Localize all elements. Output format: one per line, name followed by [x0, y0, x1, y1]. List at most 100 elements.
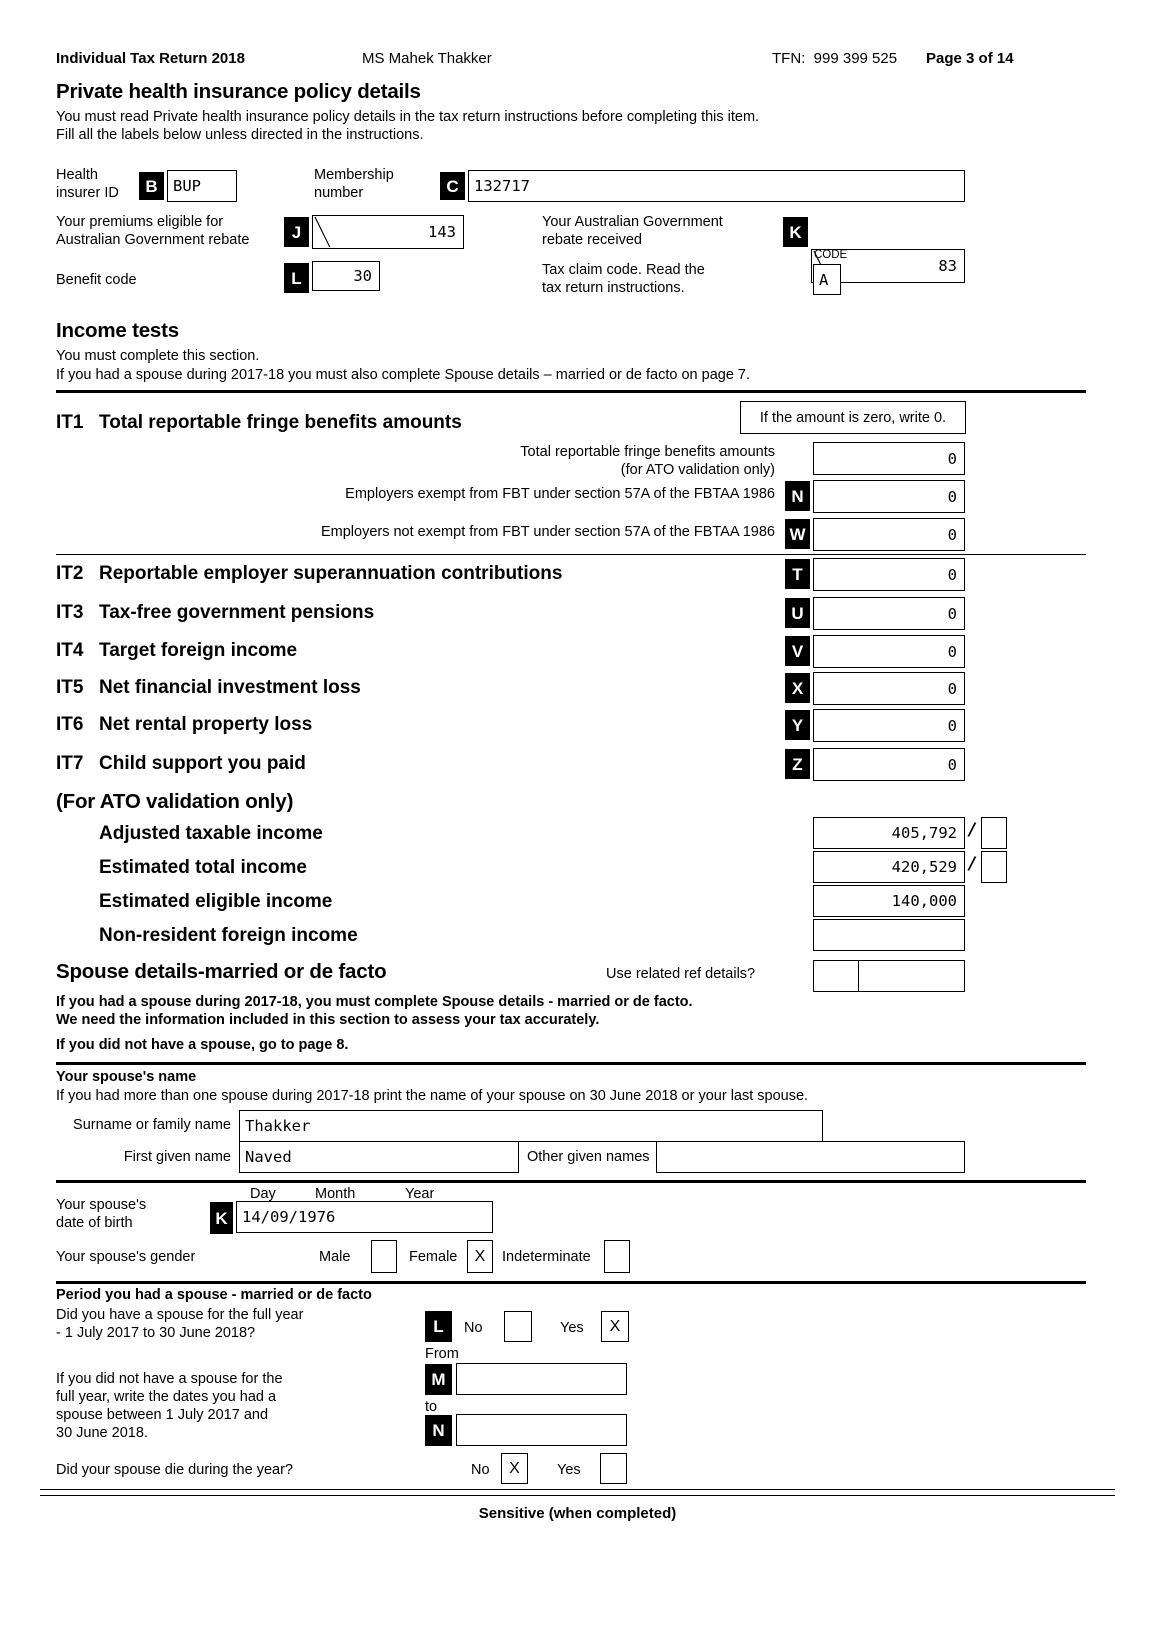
it7-label: Child support you paid	[99, 753, 306, 774]
label-tag-l-period: L	[425, 1311, 452, 1342]
it1-sub3-input[interactable]: 0	[813, 518, 965, 551]
it1-sub2-label: Employers exempt from FBT under section …	[345, 486, 775, 502]
phi-heading: Private health insurance policy details	[56, 80, 421, 103]
insurer-id-input[interactable]: BUP	[167, 170, 237, 202]
it5-input[interactable]: 0	[813, 672, 965, 705]
non-resident-foreign-income-label: Non-resident foreign income	[99, 925, 358, 946]
period-q1-yes-checkbox[interactable]: X	[601, 1311, 629, 1342]
label-tag-l: L	[284, 263, 309, 293]
first-given-name-input[interactable]: Naved	[239, 1141, 519, 1173]
divider	[56, 390, 1086, 393]
divider	[56, 1281, 1086, 1284]
period-q1-no-label: No	[464, 1320, 483, 1336]
period-from-input[interactable]	[456, 1363, 627, 1395]
it1-sub1-input[interactable]: 0	[813, 442, 965, 475]
membership-number-input[interactable]: 132717	[468, 170, 965, 202]
period-to-input[interactable]	[456, 1414, 627, 1446]
it6-code: IT6	[56, 714, 84, 735]
gender-indeterminate-label: Indeterminate	[502, 1249, 591, 1265]
label-tag-n-period: N	[425, 1415, 452, 1446]
label-tag-k-dob: K	[210, 1202, 233, 1234]
it2-code: IT2	[56, 563, 84, 584]
estimated-total-income-input[interactable]: 420,529	[813, 851, 965, 883]
it6-input[interactable]: 0	[813, 709, 965, 742]
it2-input[interactable]: 0	[813, 558, 965, 591]
it5-code: IT5	[56, 677, 84, 698]
it1-code: IT1	[56, 412, 84, 433]
adjusted-taxable-income-cents[interactable]	[981, 817, 1007, 849]
tfn-label: TFN:	[772, 50, 806, 67]
divider	[56, 1180, 1086, 1183]
spouse-note-1: If you had a spouse during 2017-18, you …	[56, 994, 693, 1010]
estimated-total-income-label: Estimated total income	[99, 857, 307, 878]
non-resident-foreign-income-input[interactable]	[813, 919, 965, 951]
it5-label: Net financial investment loss	[99, 677, 361, 698]
label-tag-x: X	[785, 673, 810, 703]
it4-label: Target foreign income	[99, 640, 298, 661]
it4-input[interactable]: 0	[813, 635, 965, 668]
other-given-names-input[interactable]	[656, 1141, 965, 1173]
divider	[40, 1489, 1115, 1491]
period-q1-label: Did you have a spouse for the full year …	[56, 1307, 304, 1341]
it7-code: IT7	[56, 753, 84, 774]
label-tag-y: Y	[785, 710, 810, 740]
surname-label: Surname or family name	[73, 1117, 231, 1133]
gender-male-label: Male	[319, 1249, 351, 1265]
use-related-ref-label: Use related ref details?	[606, 966, 756, 982]
it1-label: Total reportable fringe benefits amounts	[99, 412, 462, 433]
gender-label: Your spouse's gender	[56, 1249, 196, 1265]
spouse-death-label: Did your spouse die during the year?	[56, 1462, 293, 1478]
it2-label: Reportable employer superannuation contr…	[99, 563, 563, 584]
dob-label: Your spouse's date of birth	[56, 1197, 147, 1231]
surname-input[interactable]: Thakker	[239, 1110, 823, 1142]
spouse-dob-input[interactable]: 14/09/1976	[236, 1201, 493, 1233]
label-tag-t: T	[785, 559, 810, 589]
premiums-label: Your premiums eligible for Australian Go…	[56, 214, 250, 248]
it1-sub3-label: Employers not exempt from FBT under sect…	[320, 524, 775, 540]
estimated-total-income-cents[interactable]	[981, 851, 1007, 883]
it7-input[interactable]: 0	[813, 748, 965, 781]
period-heading: Period you had a spouse - married or de …	[56, 1287, 372, 1303]
use-related-ref-control[interactable]	[813, 960, 965, 992]
tax-claim-code-label: Tax claim code. Read the tax return inst…	[542, 262, 705, 296]
period-to-caption: to	[425, 1399, 438, 1415]
phi-intro-1: You must read Private health insurance p…	[56, 109, 760, 125]
tax-return-page: Individual Tax Return 2018 MS Mahek Thak…	[0, 0, 1155, 1635]
gender-male-checkbox[interactable]	[371, 1240, 397, 1273]
use-related-ref-value[interactable]	[859, 961, 964, 991]
spouse-details-heading: Spouse details-married or de facto	[56, 960, 387, 983]
divider	[40, 1495, 1115, 1497]
use-related-ref-code[interactable]	[814, 961, 859, 991]
it4-code: IT4	[56, 640, 84, 661]
spouse-death-no-label: No	[471, 1462, 490, 1478]
gender-female-checkbox[interactable]: X	[467, 1240, 493, 1273]
rebate-received-label: Your Australian Government rebate receiv…	[542, 214, 723, 248]
it3-input[interactable]: 0	[813, 597, 965, 630]
taxpayer-name: MS Mahek Thakker	[362, 50, 492, 67]
estimated-eligible-income-label: Estimated eligible income	[99, 891, 333, 912]
label-tag-v: V	[785, 636, 810, 666]
other-given-names-label: Other given names	[527, 1149, 650, 1165]
income-tests-heading: Income tests	[56, 319, 179, 342]
cents-separator: /	[969, 820, 976, 840]
label-tag-j: J	[284, 217, 309, 247]
insurer-id-label: Health insurer ID	[56, 167, 119, 201]
cents-separator: /	[969, 854, 976, 874]
gender-indeterminate-checkbox[interactable]	[604, 1240, 630, 1273]
benefit-code-input[interactable]: 30	[312, 261, 380, 291]
spouse-death-no-checkbox[interactable]: X	[501, 1453, 528, 1484]
adjusted-taxable-income-input[interactable]: 405,792	[813, 817, 965, 849]
estimated-eligible-income-input[interactable]: 140,000	[813, 885, 965, 917]
spouse-name-heading: Your spouse's name	[56, 1069, 197, 1085]
label-tag-c: C	[440, 172, 465, 200]
premiums-input[interactable]: 143	[312, 215, 464, 249]
period-q1-yes-label: Yes	[560, 1320, 584, 1336]
tax-claim-code-input[interactable]: A	[813, 264, 841, 295]
tfn-value: 999 399 525	[813, 50, 898, 67]
zero-amount-note: If the amount is zero, write 0.	[740, 401, 966, 434]
period-q1-no-checkbox[interactable]	[504, 1311, 532, 1342]
code-caption: CODE	[814, 249, 848, 261]
it1-sub2-input[interactable]: 0	[813, 480, 965, 513]
spouse-death-yes-checkbox[interactable]	[600, 1453, 627, 1484]
label-tag-u: U	[785, 598, 810, 628]
